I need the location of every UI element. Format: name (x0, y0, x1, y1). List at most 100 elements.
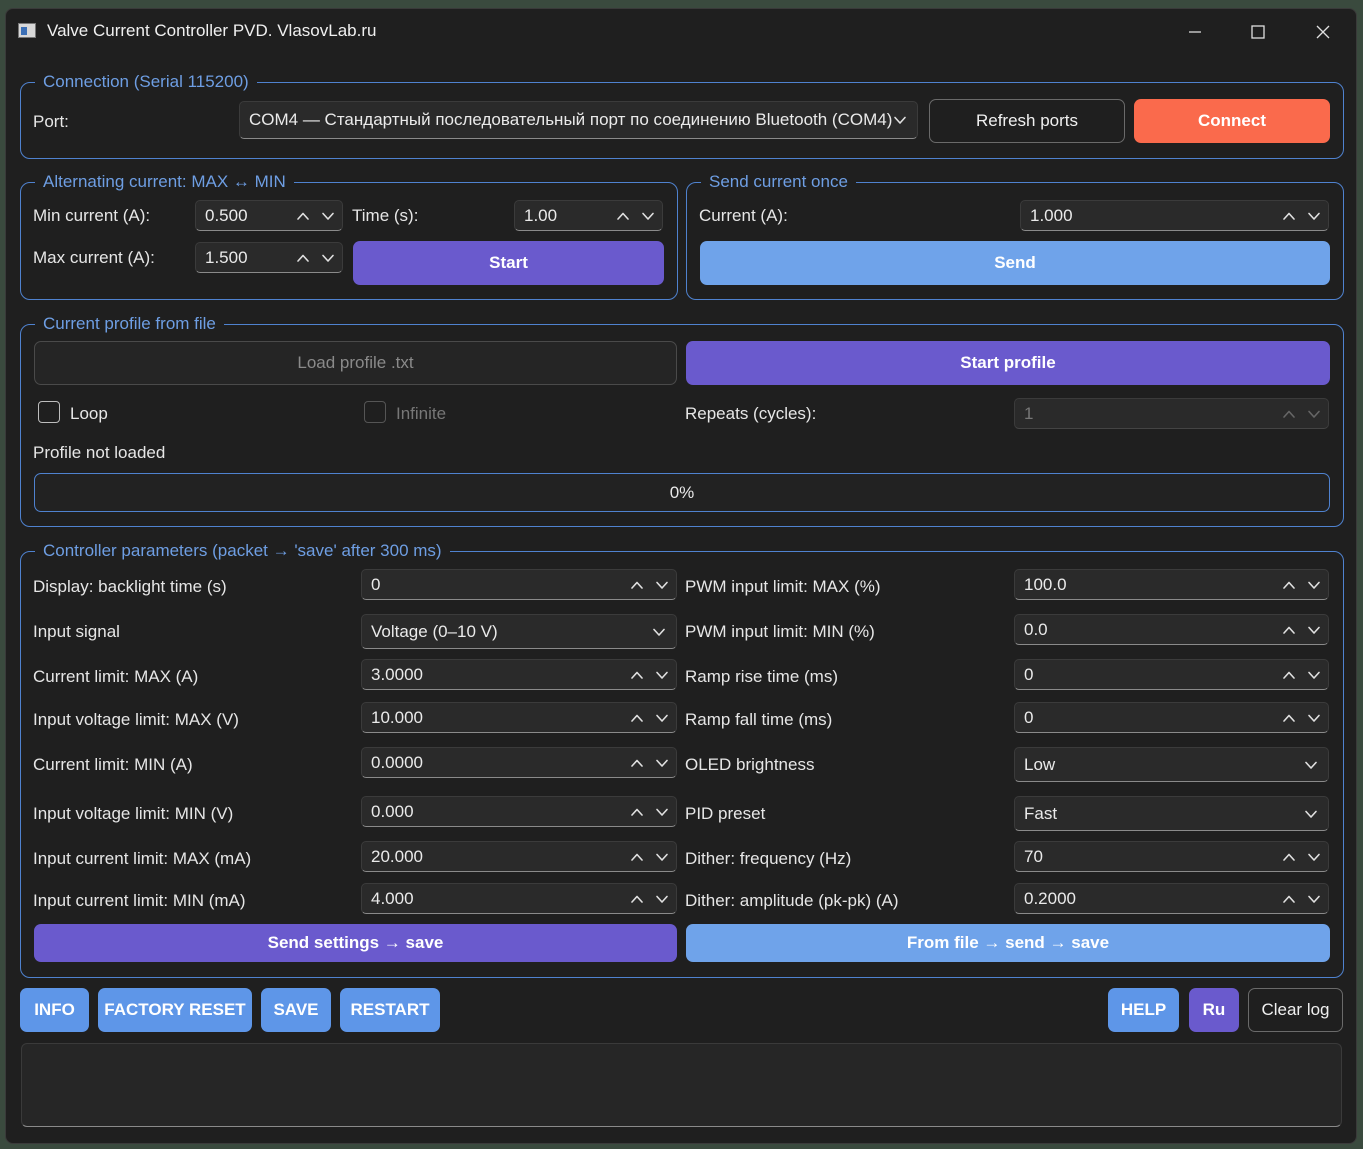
log-area[interactable] (21, 1043, 1342, 1127)
title-bar[interactable]: Valve Current Controller PVD. VlasovLab.… (6, 9, 1356, 53)
chevron-down-icon[interactable] (1306, 406, 1322, 422)
chevron-down-icon[interactable] (320, 208, 336, 224)
language-button[interactable]: Ru (1189, 988, 1239, 1032)
chevron-up-icon[interactable] (629, 849, 645, 865)
refresh-ports-button[interactable]: Refresh ports (929, 99, 1125, 143)
chevron-up-icon[interactable] (629, 667, 645, 683)
chevron-down-icon[interactable] (1306, 208, 1322, 224)
chevron-down-icon[interactable] (320, 250, 336, 266)
chevron-up-icon[interactable] (1281, 622, 1297, 638)
chevron-up-icon[interactable] (629, 891, 645, 907)
chevron-up-icon[interactable] (615, 208, 631, 224)
connect-button[interactable]: Connect (1134, 99, 1330, 143)
current-value: 1.000 (1030, 205, 1073, 225)
restart-button[interactable]: RESTART (340, 988, 440, 1032)
port-select[interactable]: COM4 — Стандартный последовательный порт… (239, 101, 918, 139)
param-spinbox[interactable]: 0.000 (361, 796, 677, 827)
chevron-down-icon[interactable] (654, 710, 670, 726)
param-value: 0 (1024, 664, 1034, 684)
help-button[interactable]: HELP (1108, 988, 1179, 1032)
send-current-button[interactable]: Send (700, 241, 1330, 285)
param-spinbox[interactable]: 3.0000 (361, 659, 677, 690)
param-value: 0 (371, 574, 381, 594)
window-title: Valve Current Controller PVD. VlasovLab.… (47, 21, 377, 40)
chevron-up-icon[interactable] (629, 755, 645, 771)
close-button[interactable] (1300, 17, 1346, 47)
info-button[interactable]: INFO (20, 988, 89, 1032)
maximize-button[interactable] (1235, 17, 1281, 47)
close-icon (1316, 25, 1330, 39)
param-spinbox[interactable]: 70 (1014, 841, 1329, 872)
chevron-down-icon[interactable] (1306, 622, 1322, 638)
param-select[interactable]: Voltage (0–10 V) (361, 614, 677, 649)
alternating-legend: Alternating current: MAX ↔ MIN (43, 172, 286, 191)
clear-log-button[interactable]: Clear log (1248, 988, 1343, 1032)
chevron-up-icon[interactable] (629, 577, 645, 593)
repeats-label: Repeats (cycles): (685, 404, 817, 423)
current-spinbox[interactable]: 1.000 (1020, 200, 1329, 231)
chevron-down-icon[interactable] (1306, 891, 1322, 907)
repeats-spinbox[interactable]: 1 (1014, 398, 1329, 429)
chevron-down-icon[interactable] (640, 208, 656, 224)
chevron-down-icon[interactable] (1306, 577, 1322, 593)
min-current-spinbox[interactable]: 0.500 (195, 200, 343, 231)
chevron-up-icon[interactable] (629, 804, 645, 820)
chevron-up-icon[interactable] (1281, 406, 1297, 422)
param-label: Current limit: MAX (A) (33, 667, 199, 686)
chevron-down-icon[interactable] (654, 667, 670, 683)
chevron-down-icon (892, 112, 908, 128)
param-spinbox[interactable]: 0 (361, 569, 677, 600)
param-label: Ramp fall time (ms) (685, 710, 833, 729)
chevron-down-icon[interactable] (1306, 710, 1322, 726)
param-select[interactable]: Low (1014, 747, 1329, 782)
chevron-up-icon[interactable] (295, 208, 311, 224)
loop-checkbox[interactable] (38, 401, 60, 423)
infinite-checkbox[interactable] (364, 401, 386, 423)
load-profile-button[interactable]: Load profile .txt (34, 341, 677, 385)
param-spinbox[interactable]: 0.2000 (1014, 883, 1329, 914)
chevron-down-icon[interactable] (654, 849, 670, 865)
chevron-down-icon[interactable] (1306, 667, 1322, 683)
chevron-down-icon[interactable] (654, 755, 670, 771)
chevron-up-icon[interactable] (295, 250, 311, 266)
chevron-up-icon[interactable] (1281, 208, 1297, 224)
chevron-up-icon[interactable] (1281, 891, 1297, 907)
factory-reset-button[interactable]: FACTORY RESET (98, 988, 252, 1032)
param-spinbox[interactable]: 0.0 (1014, 614, 1329, 645)
param-label: Input voltage limit: MAX (V) (33, 710, 239, 729)
app-icon (18, 23, 36, 38)
send-settings-button[interactable]: Send settings → save (34, 924, 677, 962)
param-label: PWM input limit: MIN (%) (685, 622, 875, 641)
chevron-up-icon[interactable] (1281, 710, 1297, 726)
param-spinbox[interactable]: 20.000 (361, 841, 677, 872)
repeats-value: 1 (1024, 403, 1034, 423)
chevron-up-icon[interactable] (1281, 849, 1297, 865)
start-profile-button[interactable]: Start profile (686, 341, 1330, 385)
param-value: 100.0 (1024, 574, 1067, 594)
chevron-up-icon[interactable] (1281, 577, 1297, 593)
current-label: Current (A): (699, 206, 788, 225)
chevron-down-icon[interactable] (654, 804, 670, 820)
minimize-button[interactable] (1172, 17, 1218, 47)
chevron-up-icon[interactable] (629, 710, 645, 726)
profile-status: Profile not loaded (33, 443, 166, 462)
param-spinbox[interactable]: 0.0000 (361, 747, 677, 778)
param-select[interactable]: Fast (1014, 796, 1329, 831)
param-label: PID preset (685, 804, 766, 823)
param-spinbox[interactable]: 10.000 (361, 702, 677, 733)
chevron-down-icon[interactable] (654, 577, 670, 593)
chevron-down-icon[interactable] (654, 891, 670, 907)
param-spinbox[interactable]: 0 (1014, 702, 1329, 733)
param-value: 3.0000 (371, 664, 423, 684)
chevron-up-icon[interactable] (1281, 667, 1297, 683)
save-button[interactable]: SAVE (261, 988, 331, 1032)
param-spinbox[interactable]: 0 (1014, 659, 1329, 690)
time-spinbox[interactable]: 1.00 (514, 200, 663, 231)
param-spinbox[interactable]: 4.000 (361, 883, 677, 914)
from-file-button[interactable]: From file → send → save (686, 924, 1330, 962)
param-spinbox[interactable]: 100.0 (1014, 569, 1329, 600)
max-current-spinbox[interactable]: 1.500 (195, 242, 343, 273)
start-alternating-button[interactable]: Start (353, 241, 664, 285)
min-current-value: 0.500 (205, 205, 248, 225)
chevron-down-icon[interactable] (1306, 849, 1322, 865)
